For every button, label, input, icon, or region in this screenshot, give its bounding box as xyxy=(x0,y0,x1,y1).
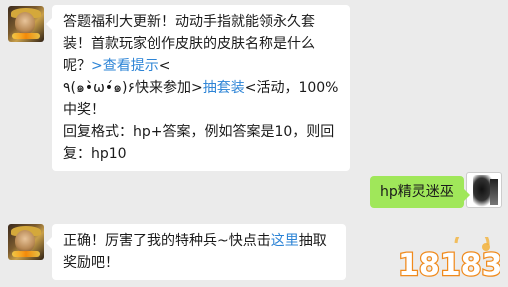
draw-prize-link[interactable]: 这里 xyxy=(271,233,299,249)
user-avatar-icon[interactable] xyxy=(466,172,502,208)
watermark-18183-logo: 18183 xyxy=(397,226,504,284)
msg1-text-5: 回复格式：hp+答案，例如答案是10，则回复：hp10 xyxy=(63,124,335,162)
game-avatar-icon[interactable] xyxy=(8,6,44,42)
avatar-face xyxy=(15,230,35,252)
avatar-ink-stroke xyxy=(490,179,498,205)
avatar-sparkle xyxy=(12,33,40,39)
game-avatar-icon[interactable] xyxy=(8,224,44,260)
msg1-text-2: < xyxy=(158,58,171,74)
hint-link[interactable]: >查看提示 xyxy=(91,58,159,74)
msg3-text-1: 正确！厉害了我的特种兵~快点击 xyxy=(63,233,271,249)
msg2-text: hp精灵迷巫 xyxy=(380,184,454,200)
message-bubble-1: 答题福利大更新！动动手指就能领永久套装！首款玩家创作皮肤的皮肤名称是什么呢？>查… xyxy=(46,5,350,171)
avatar-face xyxy=(15,12,35,34)
message-bubble-user: hp精灵迷巫 xyxy=(370,176,470,208)
message-bubble-3: 正确！厉害了我的特种兵~快点击这里抽取奖励吧！ xyxy=(46,224,346,280)
avatar-sparkle xyxy=(12,251,40,257)
msg1-text-3: ٩(๑•̀ω•́๑)۶快来参加> xyxy=(63,80,203,96)
watermark-logo: 18183 xyxy=(396,226,504,284)
draw-outfit-link[interactable]: 抽套装 xyxy=(203,80,245,96)
watermark-text: 18183 xyxy=(398,248,500,281)
